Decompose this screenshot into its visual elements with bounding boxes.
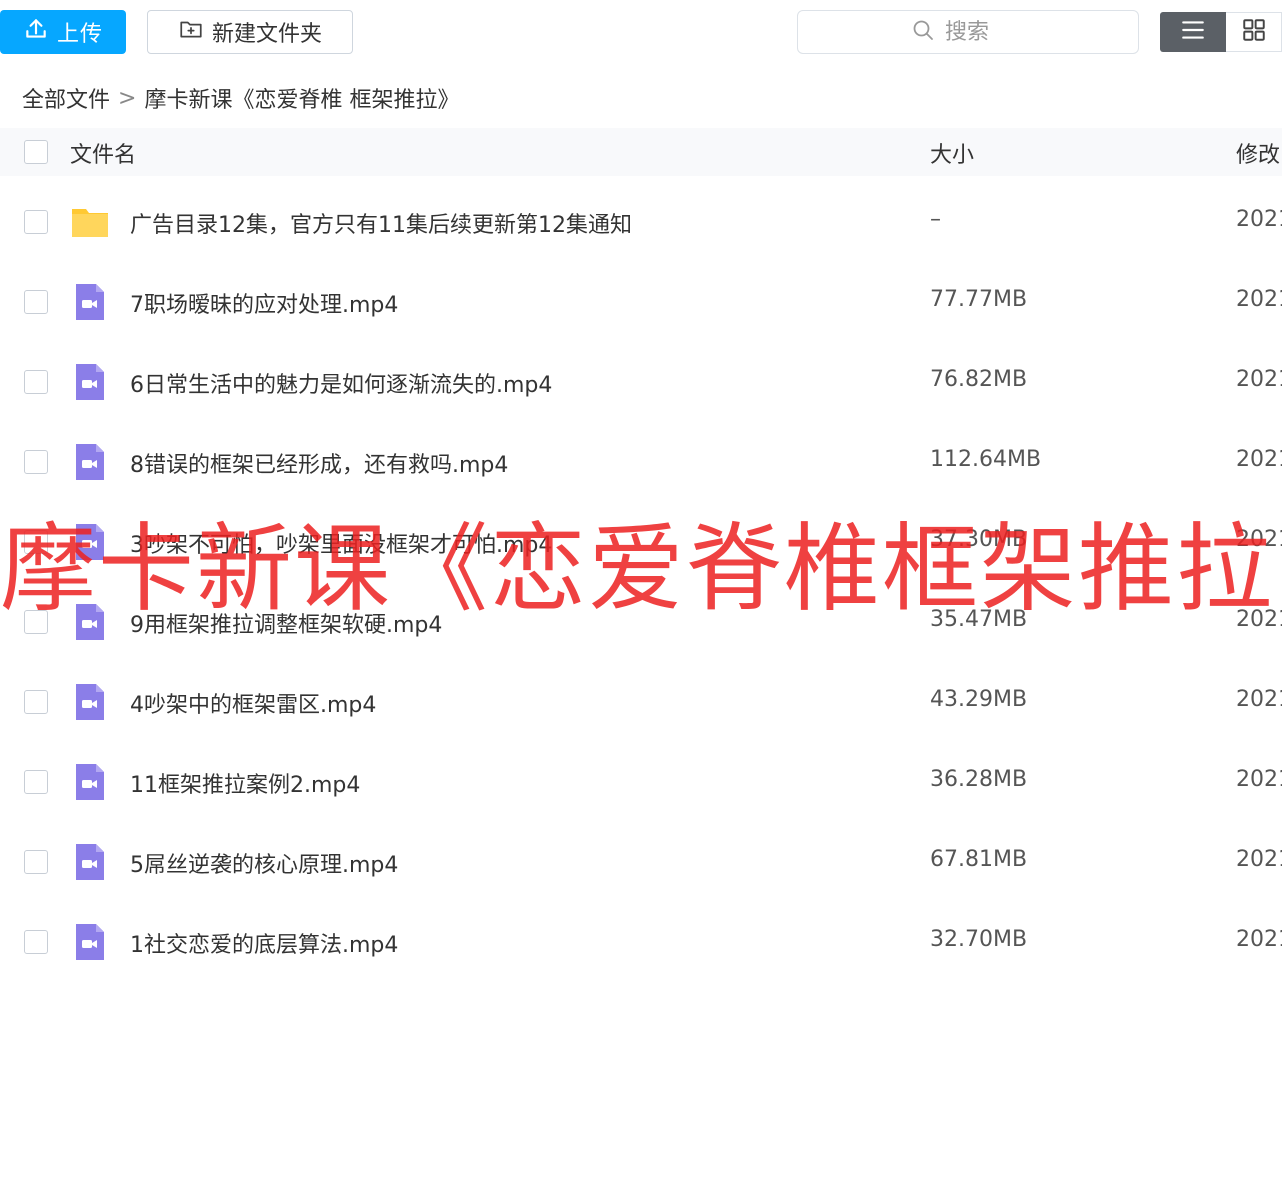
column-header-name[interactable]: 文件名 [70,137,136,169]
new-folder-icon [178,16,204,48]
file-row[interactable]: 4吵架中的框架雷区.mp4 43.29MB 2021 [0,662,1282,742]
row-checkbox[interactable] [24,610,48,634]
file-date: 2021 [1236,927,1282,952]
file-date: 2021 [1236,687,1282,712]
row-checkbox[interactable] [24,450,48,474]
file-name[interactable]: 7职场暧昧的应对处理.mp4 [130,287,398,319]
file-name[interactable]: 5屌丝逆袭的核心原理.mp4 [130,847,398,879]
file-date: 2021 [1236,287,1282,312]
file-row[interactable]: 1社交恋爱的底层算法.mp4 32.70MB 2021 [0,902,1282,982]
row-checkbox[interactable] [24,370,48,394]
video-file-icon [68,442,112,482]
row-checkbox[interactable] [24,530,48,554]
file-date: 2021 [1236,767,1282,792]
video-file-icon [68,522,112,562]
file-name[interactable]: 3吵架不可怕，吵架里面没框架才可怕.mp4 [130,527,552,559]
file-size: 76.82MB [930,367,1028,392]
video-file-icon [68,362,112,402]
list-icon [1180,17,1206,47]
file-name[interactable]: 9用框架推拉调整框架软硬.mp4 [130,607,442,639]
file-row[interactable]: 9用框架推拉调整框架软硬.mp4 35.47MB 2021 [0,582,1282,662]
search-icon [911,18,935,46]
view-switch [1160,12,1282,52]
video-file-icon [68,282,112,322]
file-name[interactable]: 广告目录12集，官方只有11集后续更新第12集通知 [130,207,632,239]
video-file-icon [68,842,112,882]
row-checkbox[interactable] [24,210,48,234]
video-file-icon [68,682,112,722]
file-row[interactable]: 广告目录12集，官方只有11集后续更新第12集通知 – 2021 [0,182,1282,262]
column-header-modified[interactable]: 修改 [1236,137,1280,169]
upload-button[interactable]: 上传 [0,10,126,54]
row-checkbox[interactable] [24,850,48,874]
new-folder-button[interactable]: 新建文件夹 [147,10,353,54]
file-name[interactable]: 1社交恋爱的底层算法.mp4 [130,927,398,959]
row-checkbox[interactable] [24,690,48,714]
file-size: 37.30MB [930,527,1028,552]
breadcrumb-separator: > [118,85,137,111]
search-input[interactable] [945,19,1025,45]
file-date: 2021 [1236,847,1282,872]
file-date: 2021 [1236,527,1282,552]
video-file-icon [68,602,112,642]
video-file-icon [68,922,112,962]
new-folder-label: 新建文件夹 [211,22,322,47]
upload-icon [23,16,49,48]
file-date: 2021 [1236,207,1282,232]
file-name[interactable]: 6日常生活中的魅力是如何逐渐流失的.mp4 [130,367,552,399]
row-checkbox[interactable] [24,770,48,794]
file-size: 36.28MB [930,767,1028,792]
file-size: 77.77MB [930,287,1028,312]
file-size: – [930,207,941,232]
file-name[interactable]: 8错误的框架已经形成，还有救吗.mp4 [130,447,508,479]
file-size: 112.64MB [930,447,1042,472]
file-date: 2021 [1236,607,1282,632]
file-date: 2021 [1236,367,1282,392]
breadcrumb: 全部文件 > 摩卡新课《恋爱脊椎 框架推拉》 [22,80,459,116]
row-checkbox[interactable] [24,930,48,954]
file-row[interactable]: 3吵架不可怕，吵架里面没框架才可怕.mp4 37.30MB 2021 [0,502,1282,582]
grid-icon [1241,17,1267,47]
file-size: 35.47MB [930,607,1028,632]
file-name[interactable]: 11框架推拉案例2.mp4 [130,767,360,799]
search-box[interactable] [797,10,1139,54]
file-date: 2021 [1236,447,1282,472]
list-view-button[interactable] [1160,12,1226,52]
file-row[interactable]: 6日常生活中的魅力是如何逐渐流失的.mp4 76.82MB 2021 [0,342,1282,422]
breadcrumb-current: 摩卡新课《恋爱脊椎 框架推拉》 [144,88,460,113]
video-file-icon [68,762,112,802]
file-name[interactable]: 4吵架中的框架雷区.mp4 [130,687,376,719]
file-size: 67.81MB [930,847,1028,872]
folder-icon [68,202,112,242]
upload-label: 上传 [56,22,103,47]
toolbar: 上传 新建文件夹 [0,0,1282,68]
select-all-checkbox[interactable] [24,140,48,164]
file-table-header: 文件名 大小 修改 [0,128,1282,176]
file-row[interactable]: 8错误的框架已经形成，还有救吗.mp4 112.64MB 2021 [0,422,1282,502]
file-row[interactable]: 11框架推拉案例2.mp4 36.28MB 2021 [0,742,1282,822]
grid-view-button[interactable] [1226,12,1282,52]
file-list: 广告目录12集，官方只有11集后续更新第12集通知 – 2021 7职场暧昧的应… [0,182,1282,982]
file-size: 32.70MB [930,927,1028,952]
breadcrumb-root[interactable]: 全部文件 [22,82,110,114]
column-header-size[interactable]: 大小 [930,137,974,169]
row-checkbox[interactable] [24,290,48,314]
file-row[interactable]: 7职场暧昧的应对处理.mp4 77.77MB 2021 [0,262,1282,342]
file-row[interactable]: 5屌丝逆袭的核心原理.mp4 67.81MB 2021 [0,822,1282,902]
file-size: 43.29MB [930,687,1028,712]
